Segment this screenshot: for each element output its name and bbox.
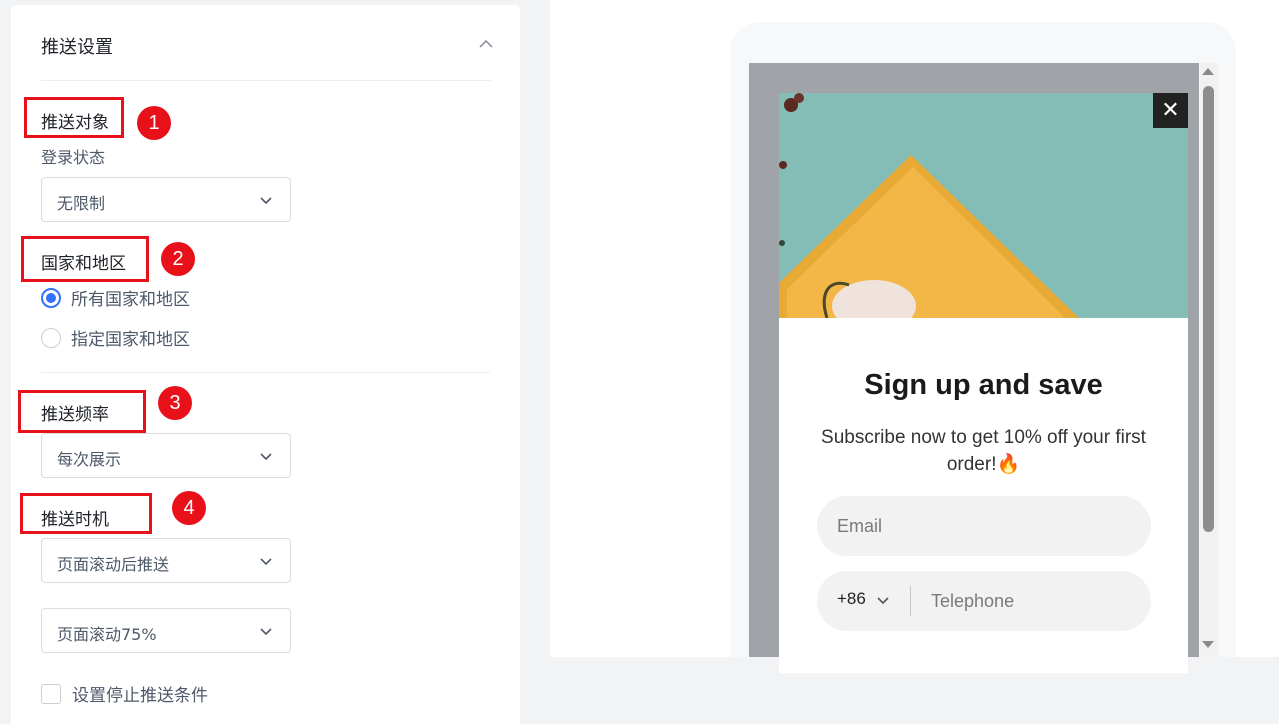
email-placeholder: Email <box>837 516 883 536</box>
radio-label: 所有国家和地区 <box>71 290 190 310</box>
scroll-down-arrow-icon[interactable] <box>1202 641 1214 648</box>
checkbox-box <box>41 683 61 704</box>
select-value: 页面滚动75% <box>57 625 157 644</box>
step-badge-1: 1 <box>137 106 171 140</box>
chevron-down-icon[interactable] <box>875 592 891 608</box>
hero-illustration <box>779 93 1188 318</box>
signup-popup: ✕ Sign up and save Subscribe now to get … <box>779 93 1188 673</box>
country-code-select[interactable]: +86 <box>837 589 866 609</box>
popup-title: Sign up and save <box>864 369 1103 401</box>
radio-circle <box>41 327 61 348</box>
section-divider <box>41 372 490 373</box>
frequency-label: 推送频率 <box>41 405 109 425</box>
popup-subtitle: Subscribe now to get 10% off your first … <box>821 427 1146 475</box>
timing-trigger-select[interactable]: 页面滚动后推送 <box>41 538 291 583</box>
login-status-label: 登录状态 <box>41 148 106 167</box>
login-status-select[interactable]: 无限制 <box>41 177 291 222</box>
chevron-down-icon <box>260 197 272 205</box>
telephone-input[interactable]: Telephone <box>931 591 1014 612</box>
timing-label: 推送时机 <box>41 510 109 530</box>
chevron-up-icon[interactable] <box>477 35 495 53</box>
chevron-down-icon <box>260 558 272 566</box>
step-badge-4: 4 <box>172 491 206 525</box>
select-value: 页面滚动后推送 <box>57 555 170 574</box>
step-badge-3: 3 <box>158 386 192 420</box>
audience-label: 推送对象 <box>41 113 109 133</box>
select-value: 无限制 <box>57 194 106 213</box>
radio-label: 指定国家和地区 <box>71 330 190 350</box>
select-value: 每次展示 <box>57 450 122 469</box>
popup-hero-image: ✕ <box>779 93 1188 318</box>
phone-input-group: +86 Telephone <box>817 571 1151 631</box>
field-divider <box>910 586 911 616</box>
region-label: 国家和地区 <box>41 254 126 274</box>
step-badge-2: 2 <box>161 242 195 276</box>
panel-title: 推送设置 <box>41 37 113 58</box>
email-input[interactable]: Email <box>817 496 1151 556</box>
panel-header[interactable]: 推送设置 <box>41 5 493 81</box>
radio-circle-selected <box>41 287 61 308</box>
chevron-down-icon <box>260 453 272 461</box>
scrollbar-thumb[interactable] <box>1203 86 1214 532</box>
radio-specific-regions[interactable]: 指定国家和地区 <box>41 325 190 350</box>
scroll-up-arrow-icon[interactable] <box>1202 68 1214 75</box>
radio-all-regions[interactable]: 所有国家和地区 <box>41 285 190 310</box>
chevron-down-icon <box>260 628 272 636</box>
frequency-select[interactable]: 每次展示 <box>41 433 291 478</box>
stop-condition-checkbox[interactable]: 设置停止推送条件 <box>41 681 208 706</box>
checkbox-label: 设置停止推送条件 <box>72 686 208 706</box>
scroll-depth-select[interactable]: 页面滚动75% <box>41 608 291 653</box>
close-button[interactable]: ✕ <box>1153 93 1188 128</box>
